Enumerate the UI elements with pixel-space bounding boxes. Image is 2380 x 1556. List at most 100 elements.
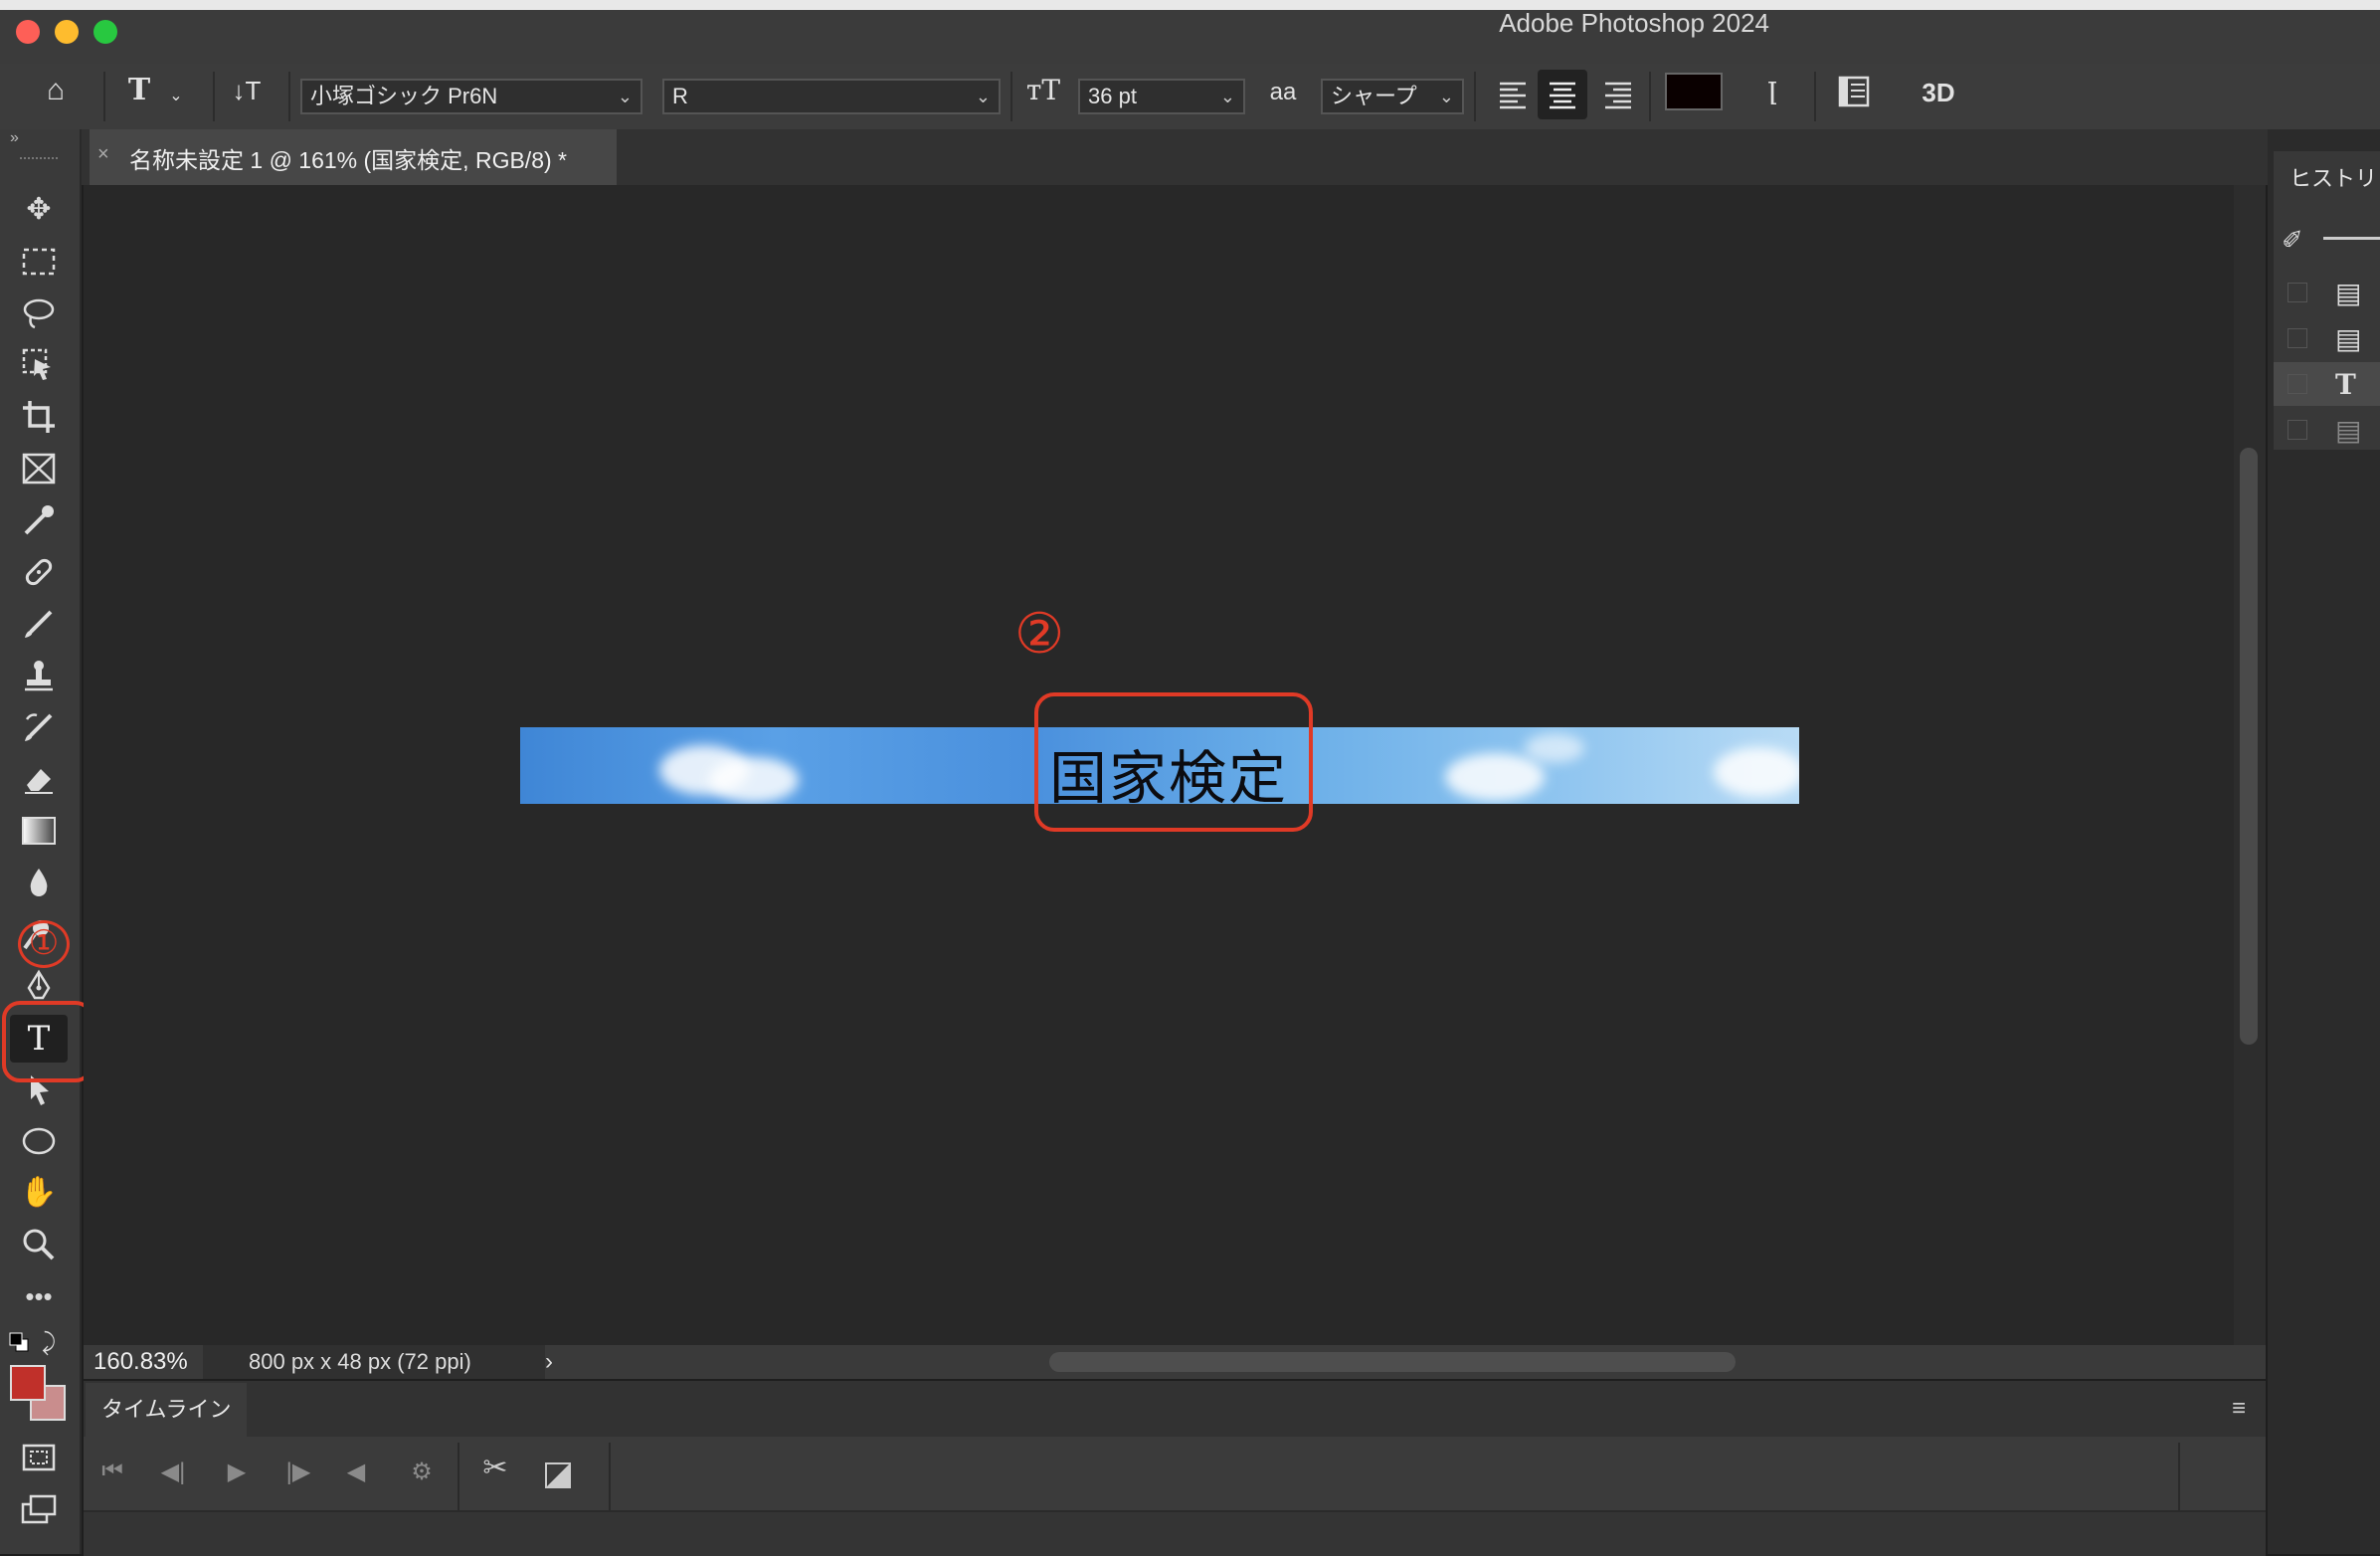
close-tab-icon[interactable]: × xyxy=(97,143,109,166)
document-tab-title: 名称未設定 1 @ 161% (国家検定, RGB/8) * xyxy=(129,147,567,173)
type-layer-icon: T xyxy=(2335,368,2356,401)
brush-tool-icon[interactable] xyxy=(10,601,68,647)
eyedropper-tool-icon[interactable] xyxy=(10,497,68,543)
divider xyxy=(609,1443,611,1510)
history-checkbox[interactable] xyxy=(2288,328,2307,348)
audio-icon[interactable]: ◀ xyxy=(336,1458,376,1486)
panel-menu-icon[interactable]: ≡ xyxy=(2232,1395,2246,1423)
divider xyxy=(103,72,105,121)
divider xyxy=(213,72,215,121)
antialias-select[interactable]: シャープ ⌄ xyxy=(1321,79,1464,114)
object-selection-tool-icon[interactable] xyxy=(10,342,68,388)
settings-gear-icon[interactable]: ⚙ xyxy=(402,1458,442,1486)
zoom-level[interactable]: 160.83% xyxy=(93,1345,188,1379)
quick-mask-icon[interactable] xyxy=(10,1435,68,1480)
history-snapshot-line xyxy=(2323,237,2380,240)
swap-colors-icon[interactable]: ⤸ xyxy=(42,1329,56,1357)
healing-brush-tool-icon[interactable] xyxy=(10,549,68,595)
annotation-step1: ① xyxy=(18,920,70,968)
annotation-type-tool-highlight xyxy=(2,1001,93,1082)
document-state-icon: ▤ xyxy=(2335,278,2362,308)
horizontal-scrollbar-thumb[interactable] xyxy=(1049,1352,1736,1372)
cloud xyxy=(1714,747,1799,797)
text-orientation-icon[interactable]: ↓T xyxy=(225,76,269,105)
align-center-button[interactable] xyxy=(1538,70,1587,119)
history-row[interactable]: ▤ xyxy=(2274,316,2380,360)
frame-tool-icon[interactable] xyxy=(10,446,68,491)
next-frame-icon[interactable]: |▶ xyxy=(278,1458,318,1486)
character-panel-icon[interactable] xyxy=(1838,76,1870,107)
history-row-selected[interactable]: T xyxy=(2274,362,2380,406)
history-row[interactable]: ▤ xyxy=(2274,408,2380,452)
font-style-select[interactable]: R ⌄ xyxy=(662,79,1001,114)
cloud xyxy=(1525,733,1584,763)
hand-tool-icon[interactable]: ✋ xyxy=(10,1170,68,1216)
default-colors-icon[interactable] xyxy=(8,1331,30,1353)
more-tools-icon[interactable]: ••• xyxy=(10,1273,68,1319)
annotation-step2: ② xyxy=(1014,602,1065,667)
antialias-value: シャープ xyxy=(1331,84,1417,108)
lasso-tool-icon[interactable] xyxy=(10,291,68,336)
font-family-value: 小塚ゴシック Pr6N xyxy=(310,84,498,108)
font-family-select[interactable]: 小塚ゴシック Pr6N ⌄ xyxy=(300,79,642,114)
document-state-icon: ▤ xyxy=(2335,415,2362,446)
warp-text-icon[interactable]: ꞁ xyxy=(1754,74,1790,103)
divider xyxy=(458,1443,459,1510)
history-checkbox[interactable] xyxy=(2288,374,2307,394)
blur-tool-icon[interactable] xyxy=(10,860,68,905)
chevron-down-icon[interactable]: ⌄ xyxy=(165,82,187,111)
type-tool-preset-icon[interactable]: T xyxy=(119,76,159,105)
antialias-icon: aa xyxy=(1269,79,1297,105)
previous-frame-icon[interactable]: ◀| xyxy=(153,1458,193,1486)
history-brush-source-icon[interactable]: ✐ xyxy=(2282,225,2303,256)
history-panel-title[interactable]: ヒストリ xyxy=(2289,161,2377,193)
play-icon[interactable]: ▶ xyxy=(217,1458,257,1486)
text-color-swatch[interactable] xyxy=(1665,73,1723,110)
move-tool-icon[interactable]: ✥ xyxy=(10,187,68,233)
vertical-scrollbar-thumb[interactable] xyxy=(2240,448,2258,1045)
divider xyxy=(1649,72,1651,121)
crop-tool-icon[interactable] xyxy=(10,394,68,440)
align-left-icon[interactable] xyxy=(1498,80,1528,109)
history-row[interactable]: ▤ xyxy=(2274,271,2380,314)
foreground-color-swatch[interactable] xyxy=(10,1365,46,1401)
divider xyxy=(1010,72,1012,121)
cloud xyxy=(709,757,799,803)
history-checkbox[interactable] xyxy=(2288,420,2307,440)
screen-mode-icon[interactable] xyxy=(10,1486,68,1532)
3d-button[interactable]: 3D xyxy=(1916,78,1961,107)
timeline-track-area[interactable] xyxy=(84,1510,2266,1556)
cloud xyxy=(1445,753,1545,801)
align-right-icon[interactable] xyxy=(1603,80,1633,109)
document-tab[interactable]: × 名称未設定 1 @ 161% (国家検定, RGB/8) * xyxy=(90,129,617,185)
font-size-select[interactable]: 36 pt ⌄ xyxy=(1078,79,1245,114)
clone-stamp-tool-icon[interactable] xyxy=(10,653,68,698)
annotation-text-highlight xyxy=(1034,692,1313,832)
chevron-down-icon: ⌄ xyxy=(1438,87,1454,106)
timeline-tab[interactable]: タイムライン xyxy=(86,1383,247,1437)
font-style-value: R xyxy=(672,84,688,108)
transition-icon[interactable] xyxy=(545,1462,571,1488)
expand-panel-icon[interactable]: » xyxy=(10,129,19,147)
timeline-header xyxy=(84,1381,2266,1437)
home-icon[interactable]: ⌂ xyxy=(34,76,78,105)
divider xyxy=(2178,1443,2180,1510)
document-info: 800 px x 48 px (72 ppi) xyxy=(203,1345,545,1379)
ellipse-tool-icon[interactable] xyxy=(10,1118,68,1164)
history-brush-tool-icon[interactable] xyxy=(10,704,68,750)
marquee-tool-icon[interactable] xyxy=(10,239,68,285)
gradient-tool-icon[interactable] xyxy=(10,808,68,854)
zoom-tool-icon[interactable] xyxy=(10,1222,68,1267)
eraser-tool-icon[interactable] xyxy=(10,756,68,802)
chevron-right-icon[interactable]: › xyxy=(545,1345,553,1379)
chevron-down-icon: ⌄ xyxy=(1219,87,1235,106)
history-checkbox[interactable] xyxy=(2288,283,2307,302)
document-state-icon: ▤ xyxy=(2335,323,2362,354)
divider xyxy=(1474,72,1476,121)
chevron-down-icon: ⌄ xyxy=(975,87,991,106)
app-title: Adobe Photoshop 2024 xyxy=(1499,8,1769,38)
split-clip-scissors-icon[interactable]: ✂ xyxy=(475,1451,515,1485)
first-frame-icon[interactable]: ⏮ xyxy=(92,1458,132,1485)
divider xyxy=(1814,72,1816,121)
toolbar-grip[interactable] xyxy=(20,157,58,165)
